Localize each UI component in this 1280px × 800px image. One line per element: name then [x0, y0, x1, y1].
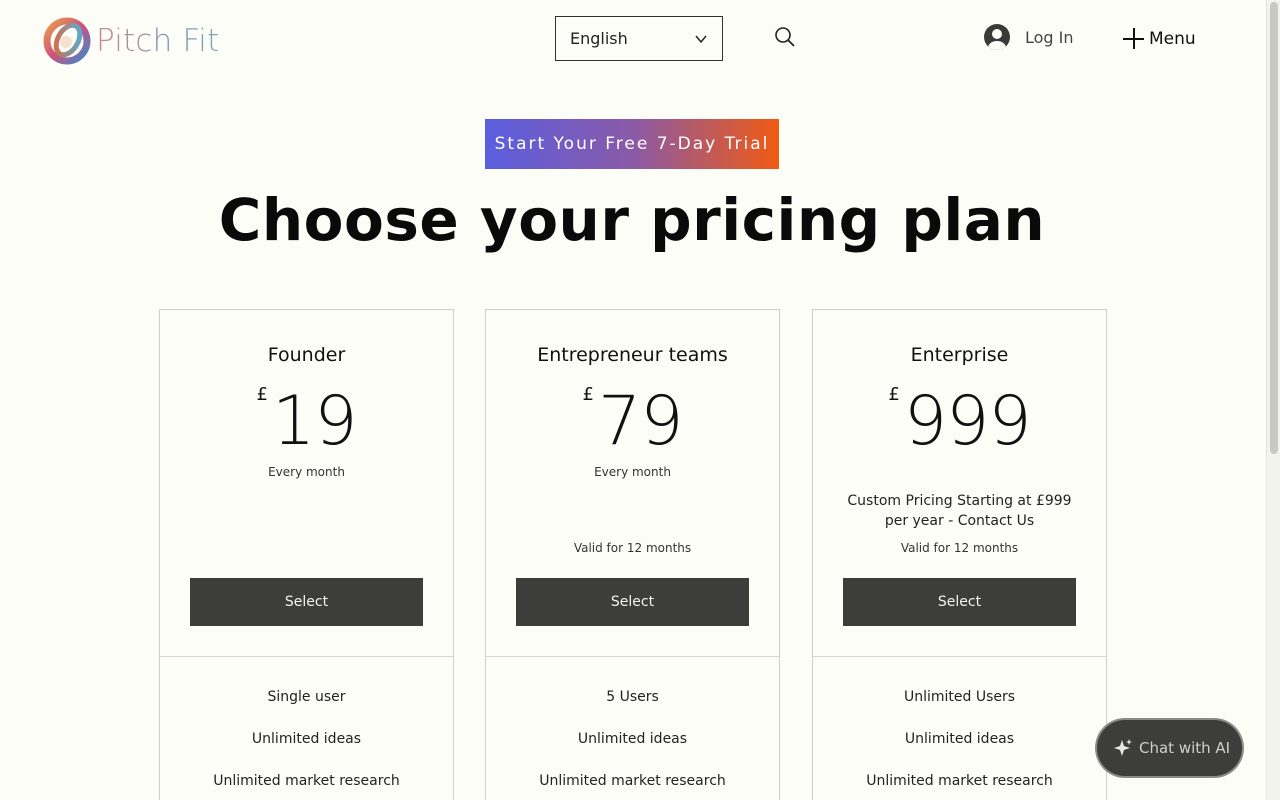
- select-button[interactable]: Select: [516, 578, 749, 626]
- plan-card-entrepreneur-teams: Entrepreneur teams £79 Every month Valid…: [485, 309, 780, 800]
- plan-price: £19: [160, 382, 453, 456]
- price-amount: 79: [597, 382, 684, 461]
- page-scrollbar[interactable]: [1266, 0, 1280, 800]
- page-title: Choose your pricing plan: [218, 186, 1046, 254]
- chat-label: Chat with AI: [1139, 739, 1231, 757]
- feature-item: 5 Users: [606, 689, 659, 705]
- feature-list: Single user Unlimited ideas Unlimited ma…: [160, 689, 453, 800]
- chevron-down-icon: [695, 35, 707, 44]
- logo-text: Pitch Fit: [96, 23, 220, 59]
- divider: [813, 656, 1106, 657]
- plan-description: Custom Pricing Starting at £999 per year…: [847, 493, 1072, 529]
- plan-card-founder: Founder £19 Every month Select Single us…: [159, 309, 454, 800]
- select-button[interactable]: Select: [843, 578, 1076, 626]
- divider: [160, 656, 453, 657]
- page: Pitch Fit English Log In Menu Start Your…: [0, 0, 1280, 800]
- feature-item: Unlimited Users: [903, 689, 1016, 705]
- currency-symbol: £: [888, 384, 900, 405]
- plus-icon: [1123, 28, 1144, 49]
- feature-item: Unlimited ideas: [904, 731, 1015, 747]
- price-amount: 19: [271, 382, 358, 461]
- divider: [486, 656, 779, 657]
- logo-swirl-icon: [43, 17, 91, 65]
- feature-item: Unlimited ideas: [251, 731, 362, 747]
- plan-price: £79: [486, 382, 779, 456]
- plan-name: Entrepreneur teams: [537, 344, 728, 366]
- select-button[interactable]: Select: [190, 578, 423, 626]
- plan-validity: Valid for 12 months: [900, 541, 1019, 555]
- chat-with-ai-button[interactable]: Chat with AI: [1097, 720, 1242, 776]
- scrollbar-thumb[interactable]: [1270, 2, 1278, 454]
- feature-item: Unlimited market research: [539, 773, 726, 789]
- free-trial-button[interactable]: Start Your Free 7-Day Trial: [485, 119, 779, 169]
- search-icon[interactable]: [774, 26, 796, 48]
- login-button[interactable]: Log In: [984, 24, 1074, 50]
- plan-name: Founder: [267, 344, 346, 366]
- feature-item: Unlimited market research: [213, 773, 400, 789]
- feature-list: Unlimited Users Unlimited ideas Unlimite…: [813, 689, 1106, 800]
- feature-item: Unlimited market research: [866, 773, 1053, 789]
- price-amount: 999: [903, 382, 1032, 461]
- login-label: Log In: [1025, 27, 1074, 47]
- currency-symbol: £: [256, 384, 268, 405]
- feature-item: Single user: [267, 689, 346, 705]
- plan-price: £999: [813, 382, 1106, 456]
- menu-button[interactable]: Menu: [1123, 28, 1196, 49]
- currency-symbol: £: [582, 384, 594, 405]
- language-select[interactable]: English: [555, 16, 723, 61]
- user-avatar-icon: [984, 24, 1010, 50]
- feature-list: 5 Users Unlimited ideas Unlimited market…: [486, 689, 779, 800]
- logo[interactable]: Pitch Fit: [42, 16, 219, 66]
- language-value: English: [570, 29, 628, 48]
- plan-period: Every month: [594, 465, 671, 479]
- plan-card-enterprise: Enterprise £999 Custom Pricing Starting …: [812, 309, 1107, 800]
- plan-period: Every month: [268, 465, 345, 479]
- menu-label: Menu: [1149, 28, 1196, 49]
- feature-item: Unlimited ideas: [577, 731, 688, 747]
- plan-name: Enterprise: [910, 344, 1009, 366]
- sparkle-icon: [1114, 739, 1132, 756]
- plan-validity: Valid for 12 months: [573, 541, 692, 555]
